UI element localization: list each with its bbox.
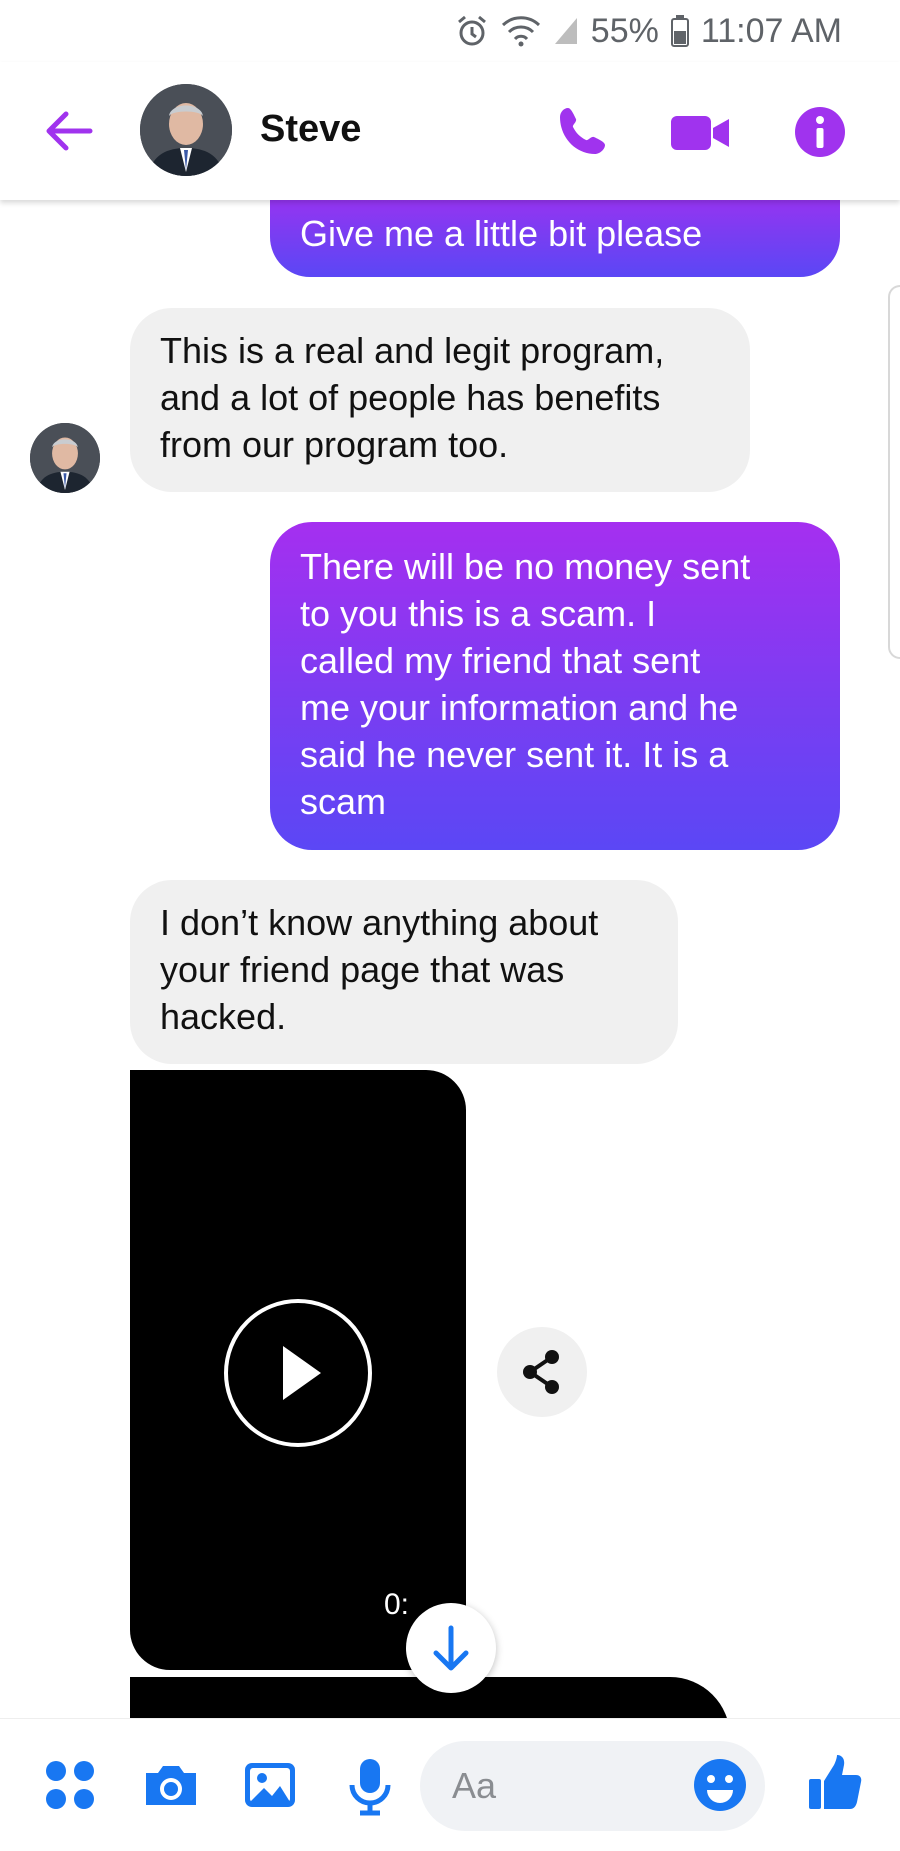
back-arrow-icon[interactable] bbox=[40, 106, 100, 156]
alarm-icon bbox=[455, 14, 489, 48]
status-bar: 55% 11:07 AM bbox=[0, 0, 900, 62]
camera-icon[interactable] bbox=[142, 1757, 198, 1813]
outgoing-message[interactable]: There will be no money sent to you this … bbox=[270, 522, 840, 850]
message-input[interactable] bbox=[450, 1764, 684, 1808]
avatar[interactable] bbox=[140, 84, 232, 176]
apps-icon[interactable] bbox=[42, 1757, 98, 1813]
conversation-header: Steve bbox=[0, 62, 900, 200]
video-message[interactable]: 0: bbox=[130, 1070, 466, 1670]
outgoing-message[interactable]: Give me a little bit please bbox=[270, 200, 840, 277]
scrollbar[interactable] bbox=[888, 285, 900, 659]
incoming-message[interactable]: This is a real and legit program, and a … bbox=[130, 308, 750, 492]
share-icon[interactable] bbox=[497, 1327, 587, 1417]
clock-time: 11:07 AM bbox=[700, 11, 842, 50]
contact-name[interactable]: Steve bbox=[260, 108, 361, 151]
gallery-icon[interactable] bbox=[242, 1757, 298, 1813]
battery-icon bbox=[670, 15, 689, 47]
message-composer bbox=[0, 1718, 900, 1851]
incoming-message[interactable]: I don’t know anything about your friend … bbox=[130, 880, 678, 1064]
scroll-down-icon[interactable] bbox=[406, 1603, 496, 1693]
video-camera-icon[interactable] bbox=[669, 102, 729, 162]
signal-icon bbox=[553, 16, 579, 46]
info-icon[interactable] bbox=[790, 102, 850, 162]
battery-percent: 55% bbox=[590, 11, 659, 50]
message-list[interactable]: Give me a little bit please This is a re… bbox=[0, 200, 900, 1718]
sender-avatar[interactable] bbox=[30, 423, 100, 493]
wifi-icon bbox=[501, 15, 541, 47]
emoji-icon[interactable] bbox=[692, 1757, 748, 1813]
phone-icon[interactable] bbox=[552, 102, 612, 162]
microphone-icon[interactable] bbox=[342, 1757, 398, 1816]
thumbs-up-icon[interactable] bbox=[806, 1753, 862, 1809]
play-icon[interactable] bbox=[223, 1298, 373, 1453]
